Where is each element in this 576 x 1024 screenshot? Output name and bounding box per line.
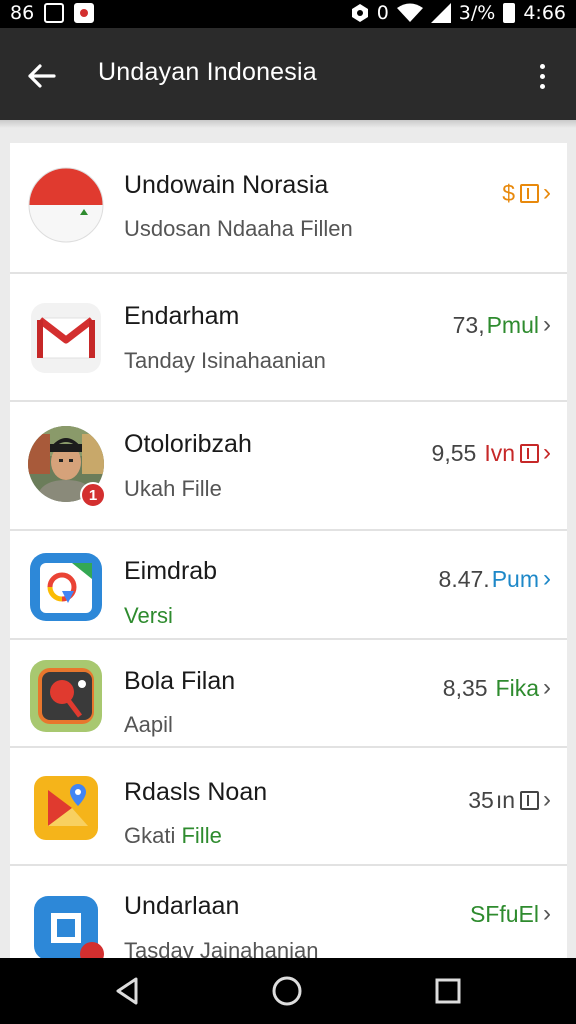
ping-pong-icon — [28, 658, 104, 734]
item-subtitle-part: Gkati — [124, 823, 176, 848]
notification-badge: 1 — [80, 482, 106, 508]
price-unit: SFfuEl — [469, 900, 539, 927]
file-icon — [520, 443, 539, 463]
chevron-right-icon: › — [543, 565, 551, 592]
chevron-right-icon: › — [543, 674, 551, 701]
price-number: 8.47. — [438, 565, 490, 592]
gmail-icon — [28, 300, 104, 376]
alarm-icon — [351, 4, 368, 22]
status-left-text: 86 — [10, 2, 35, 24]
price-unit: ın — [495, 786, 515, 813]
price-number: 35 — [468, 786, 494, 813]
list-item[interactable]: 1 Otoloribzah Ukah Fille 9,55 Ivn › — [10, 402, 567, 531]
item-price: $ › — [502, 179, 551, 207]
nav-recents-icon — [435, 978, 461, 1004]
item-price: 35 ın › — [468, 786, 551, 814]
price-unit: Pmul — [486, 311, 539, 338]
chevron-right-icon: › — [543, 900, 551, 927]
price-number: 8,35 — [442, 674, 488, 701]
signal-text: 0 — [376, 2, 389, 24]
app-bar: Undayan Indonesia — [0, 28, 576, 120]
list-item[interactable]: Endarham Tanday Isinahaanian 73, Pmul › — [10, 274, 567, 402]
record-notification-icon — [74, 3, 95, 23]
item-title: Undarlaan — [124, 892, 240, 920]
item-title: Bola Filan — [124, 667, 236, 695]
nav-back-button[interactable] — [108, 971, 148, 1011]
battery-percent: 3/% — [458, 2, 496, 24]
person-avatar-icon: 1 — [28, 426, 106, 508]
list-item[interactable]: Bola Filan Aapil 8,35 Fika › — [10, 640, 567, 748]
chevron-right-icon: › — [543, 786, 551, 813]
chevron-right-icon: › — [543, 439, 551, 466]
more-vert-icon — [539, 63, 545, 69]
item-subtitle: Usdosan Ndaaha Fillen — [124, 216, 353, 241]
nav-home-button[interactable] — [267, 971, 307, 1011]
item-price: 8,35 Fika › — [443, 674, 551, 702]
nav-recents-button[interactable] — [428, 971, 468, 1011]
battery-icon — [503, 3, 516, 23]
file-icon — [520, 183, 539, 203]
arrow-back-icon — [28, 64, 56, 88]
item-subtitle-part: Fille — [181, 823, 222, 848]
blue-app-icon — [28, 890, 104, 958]
item-subtitle: Aapil — [124, 712, 173, 737]
indonesia-flag-icon — [28, 167, 104, 243]
price-unit: Ivn — [484, 439, 515, 466]
item-subtitle: Tanday Isinahaanian — [124, 348, 326, 373]
chevron-right-icon: › — [543, 179, 551, 206]
app-bar-shadow — [0, 120, 576, 128]
google-calendar-icon — [28, 549, 104, 625]
item-title: Rdasls Noan — [124, 778, 268, 806]
wifi-icon — [396, 3, 423, 22]
price-number: 9,55 — [431, 439, 477, 466]
app-list: Undowain Norasia Usdosan Ndaaha Fillen $… — [10, 143, 567, 958]
price-unit: $ — [502, 179, 515, 206]
item-price: 73, Pmul › — [453, 311, 551, 339]
price-unit: Fika — [495, 674, 539, 701]
item-price: SFfuEl › — [470, 900, 551, 928]
clock: 4:66 — [523, 2, 566, 24]
item-title: Eimdrab — [124, 557, 218, 585]
list-item[interactable]: Undowain Norasia Usdosan Ndaaha Fillen $… — [10, 143, 567, 274]
item-price: 9,55 Ivn › — [432, 439, 551, 467]
item-subtitle: Ukah Fille — [124, 476, 222, 501]
item-title: Endarham — [124, 302, 240, 330]
status-bar: 86 0 3/% 4:66 — [0, 0, 576, 28]
list-item[interactable]: Rdasls Noan Gkati Fille 35 ın › — [10, 748, 567, 866]
item-title: Otoloribzah — [124, 430, 252, 458]
item-price: 8.47. Pum › — [439, 565, 551, 593]
list-item[interactable]: Undarlaan Tasday Jainahanian SFfuEl › — [10, 866, 567, 958]
item-subtitle: Versi — [124, 603, 173, 628]
file-icon — [520, 790, 539, 810]
nav-home-icon — [272, 976, 302, 1006]
price-unit: Pum — [491, 565, 539, 592]
chevron-right-icon: › — [543, 311, 551, 338]
nav-back-icon — [116, 977, 138, 1005]
navigation-bar — [0, 958, 576, 1024]
list-item[interactable]: Eimdrab Versi 8.47. Pum › — [10, 531, 567, 640]
maps-icon — [28, 770, 104, 846]
cell-signal-icon — [430, 3, 451, 23]
price-number: 73, — [452, 311, 485, 338]
back-button[interactable] — [20, 54, 64, 98]
item-subtitle: Tasday Jainahanian — [124, 938, 319, 958]
more-options-button[interactable] — [524, 54, 560, 98]
page-title: Undayan Indonesia — [98, 58, 317, 86]
notification-icon — [44, 3, 65, 23]
item-subtitle: Gkati Fille — [124, 823, 222, 849]
item-title: Undowain Norasia — [124, 171, 329, 199]
